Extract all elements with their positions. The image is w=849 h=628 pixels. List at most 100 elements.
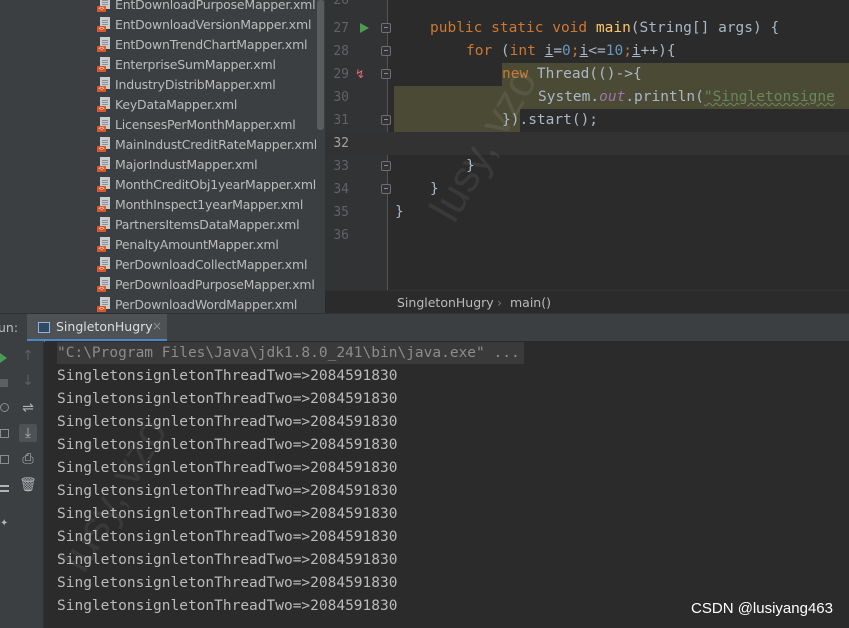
run-gutter-icon[interactable] <box>360 23 369 33</box>
tree-scrollbar-thumb[interactable] <box>317 0 324 130</box>
code-text: } <box>466 158 475 174</box>
close-icon[interactable]: × <box>152 319 162 333</box>
fold-marker-icon[interactable] <box>381 161 391 171</box>
run-tab-singletonhugry[interactable]: SingletonHugry × <box>27 314 167 342</box>
rerun-icon[interactable] <box>0 353 7 363</box>
breadcrumb-method[interactable]: main() <box>510 295 551 310</box>
console-output-line: SingletonsignletonThreadTwo=>2084591830 <box>57 552 398 568</box>
scroll-to-end-icon[interactable]: ⤓ <box>19 424 37 442</box>
tree-item[interactable]: <> MonthCreditObj1yearMapper.xml <box>0 174 316 194</box>
line-number: 26 <box>333 0 349 8</box>
project-tree-list: <> EntDownloadPurposeMapper.xml <> EntDownl… <box>0 0 317 313</box>
code-line[interactable]: 35 } <box>325 201 849 224</box>
print-icon[interactable]: ⎙ <box>19 450 37 468</box>
run-config-icon <box>38 322 50 333</box>
tree-item[interactable]: <> PenaltyAmountMapper.xml <box>0 234 316 254</box>
tree-item[interactable]: <> PerDownloadPurposeMapper.xml <box>0 274 316 294</box>
tree-item[interactable]: <> PerDownloadWordMapper.xml <box>0 294 316 313</box>
soft-wrap-icon[interactable]: ⇌ <box>19 399 37 417</box>
tree-item[interactable]: <> KeyDataMapper.xml <box>0 94 316 114</box>
code-line[interactable]: 36 <box>325 224 849 247</box>
pin-icon[interactable]: ✦ <box>0 519 10 529</box>
code-line[interactable]: 26 <box>325 0 849 12</box>
xml-file-icon: <> <box>97 17 110 32</box>
tree-item[interactable]: <> LicensesPerMonthMapper.xml <box>0 114 316 134</box>
xml-file-icon: <> <box>97 157 110 172</box>
tree-item-label: MonthCreditObj1yearMapper.xml <box>115 176 317 192</box>
code-line[interactable]: 31 }).start(); <box>325 109 849 132</box>
run-action-strip: ✦ <box>0 341 12 628</box>
line-number: 32 <box>333 136 349 151</box>
console-output-line: SingletonsignletonThreadTwo=>2084591830 <box>57 483 398 499</box>
console-output-line: SingletonsignletonThreadTwo=>2084591830 <box>57 575 398 591</box>
tree-item-label: PartnersItemsDataMapper.xml <box>115 216 300 232</box>
fold-marker-icon[interactable] <box>381 46 391 56</box>
code-line[interactable]: 28 for (int i=0;i<=10;i++){ <box>325 40 849 63</box>
line-number: 31 <box>333 113 349 128</box>
code-text: public static void main(String[] args) { <box>430 20 780 36</box>
xml-file-icon: <> <box>97 297 110 312</box>
console-output-line: SingletonsignletonThreadTwo=>2084591830 <box>57 437 398 453</box>
fold-marker-icon[interactable] <box>381 23 391 33</box>
console-output[interactable]: "C:\Program Files\Java\jdk1.8.0_241\bin\… <box>45 341 849 628</box>
code-editor[interactable]: 26 27 public static void main(String[] a… <box>325 0 849 290</box>
code-line[interactable]: 30 System.out.println("Singletonsigne <box>325 86 849 109</box>
arrow-down-icon[interactable]: ↓ <box>19 372 37 390</box>
code-text: new Thread(()->{ <box>502 66 642 82</box>
layout-icon[interactable] <box>0 485 9 492</box>
fold-marker-icon[interactable] <box>381 115 391 125</box>
xml-file-icon: <> <box>97 217 110 232</box>
tree-item[interactable]: <> MainIndustCreditRateMapper.xml <box>0 134 317 154</box>
line-number: 36 <box>333 228 349 243</box>
tree-item[interactable]: <> EntDownloadPurposeMapper.xml <box>0 0 316 14</box>
code-text: System.out.println("Singletonsigne <box>538 89 835 105</box>
tree-scrollbar[interactable] <box>316 0 325 313</box>
tree-item[interactable]: <> MonthInspect1yearMapper.xml <box>0 194 316 214</box>
code-line[interactable]: 33 } <box>325 155 849 178</box>
console-command-line: "C:\Program Files\Java\jdk1.8.0_241\bin\… <box>57 342 524 364</box>
camera-icon[interactable] <box>0 403 9 412</box>
run-window-label: un: <box>0 320 19 335</box>
line-number: 28 <box>333 44 349 59</box>
current-code-line[interactable]: 32 <box>325 132 849 155</box>
lambda-breakpoint-icon[interactable]: ↯ <box>355 67 370 82</box>
run-console-toolbar: ↑ ↓ ⇌ ⤓ ⎙ 🗑 <box>12 341 44 628</box>
line-number: 30 <box>333 90 349 105</box>
restore-layout-icon[interactable] <box>0 429 9 438</box>
tree-item-label: PerDownloadPurposeMapper.xml <box>115 276 315 292</box>
line-number: 29 <box>333 67 349 82</box>
xml-file-icon: <> <box>97 0 110 12</box>
tree-item-label: EnterpriseSumMapper.xml <box>115 56 276 72</box>
tree-item[interactable]: <> EntDownTrendChartMapper.xml <box>0 34 316 54</box>
console-output-line: SingletonsignletonThreadTwo=>2084591830 <box>57 529 398 545</box>
tree-item-label: EntDownTrendChartMapper.xml <box>115 36 308 52</box>
tree-item[interactable]: <> EntDownloadVersionMapper.xml <box>0 14 316 34</box>
tree-item[interactable]: <> PerDownloadCollectMapper.xml <box>0 254 316 274</box>
line-number: 33 <box>333 159 349 174</box>
code-text: for (int i=0;i<=10;i++){ <box>466 43 676 59</box>
trash-icon[interactable]: 🗑 <box>19 476 37 494</box>
xml-file-icon: <> <box>97 117 110 132</box>
code-line[interactable]: 27 public static void main(String[] args… <box>325 17 849 40</box>
code-line[interactable]: 29 ↯ new Thread(()->{ <box>325 63 849 86</box>
tree-item-label: MainIndustCreditRateMapper.xml <box>115 136 317 152</box>
tree-item-label: IndustryDistribMapper.xml <box>115 76 276 92</box>
console-output-line: SingletonsignletonThreadTwo=>2084591830 <box>57 414 398 430</box>
csdn-credit: CSDN @lusiyang463 <box>691 600 833 617</box>
fold-marker-icon[interactable] <box>381 184 391 194</box>
arrow-up-icon[interactable]: ↑ <box>19 347 37 365</box>
console-output-line: SingletonsignletonThreadTwo=>2084591830 <box>57 598 398 614</box>
tree-item[interactable]: <> EnterpriseSumMapper.xml <box>0 54 316 74</box>
fold-marker-icon[interactable] <box>381 69 391 79</box>
breadcrumb-class[interactable]: SingletonHugry <box>397 295 494 310</box>
tree-item[interactable]: <> IndustryDistribMapper.xml <box>0 74 316 94</box>
xml-file-icon: <> <box>97 177 110 192</box>
run-tab-label: SingletonHugry <box>56 319 153 334</box>
code-line[interactable]: 34 } <box>325 178 849 201</box>
tree-item[interactable]: <> MajorIndustMapper.xml <box>0 154 316 174</box>
breadcrumb-separator: › <box>497 295 502 310</box>
exit-icon[interactable] <box>0 455 9 464</box>
tree-item[interactable]: <> PartnersItemsDataMapper.xml <box>0 214 316 234</box>
xml-file-icon: <> <box>97 277 110 292</box>
stop-icon[interactable] <box>0 379 8 387</box>
